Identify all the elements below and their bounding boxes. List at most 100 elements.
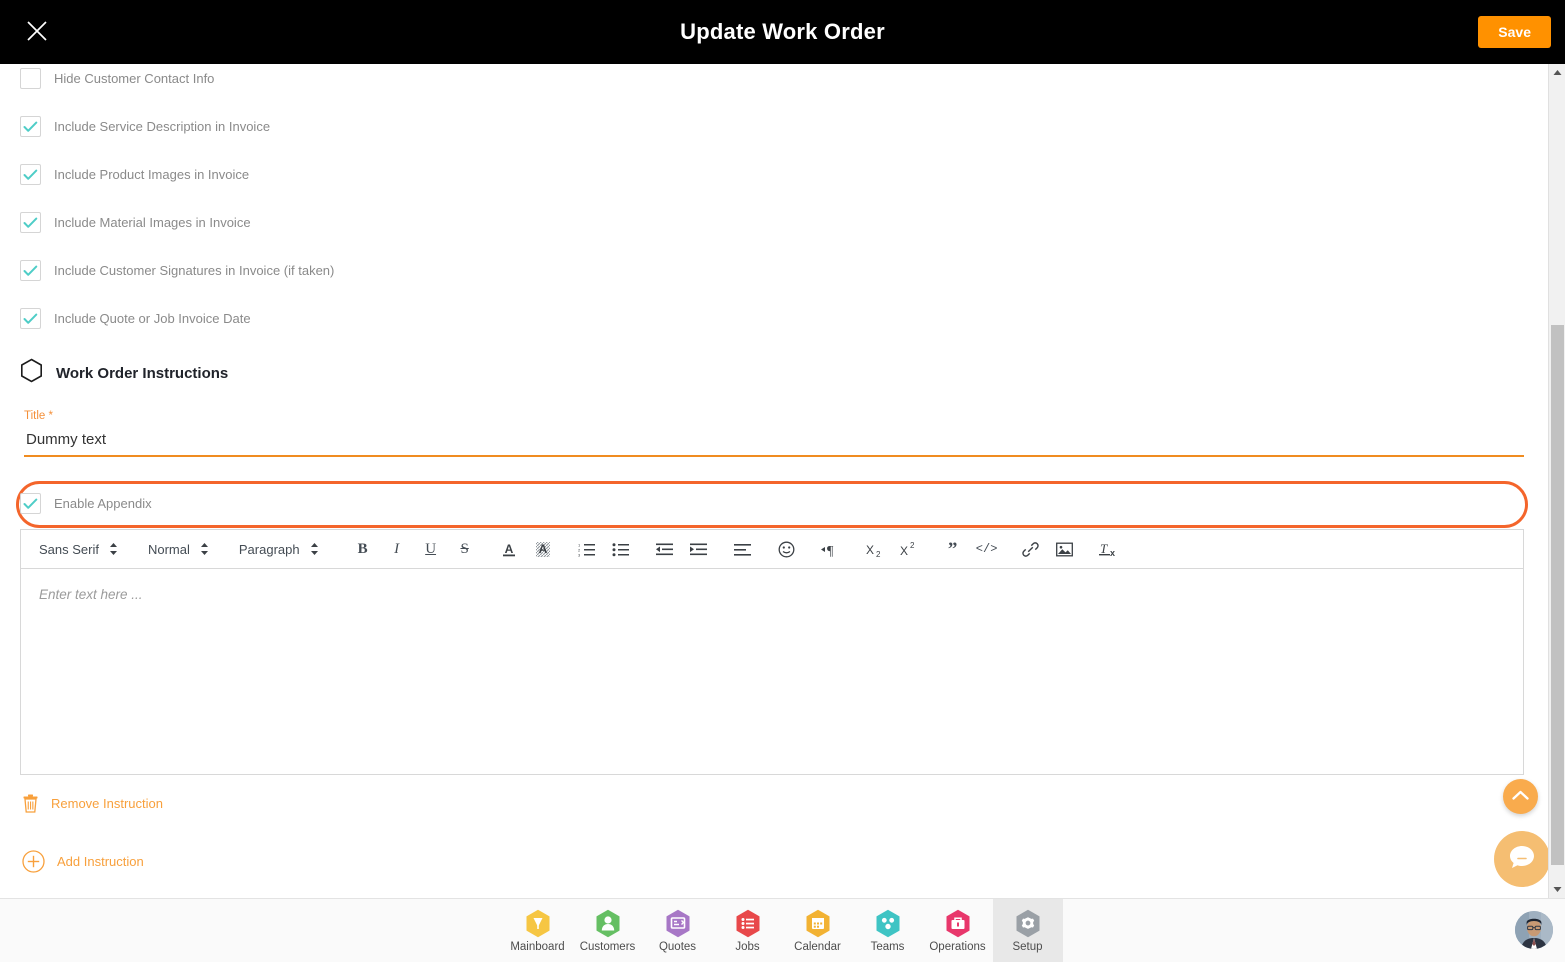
checkbox-label: Include Customer Signatures in Invoice (… [54, 263, 335, 278]
section-header-work-order-instructions: Work Order Instructions [20, 358, 228, 388]
scroll-up-arrow-icon[interactable] [1549, 64, 1565, 81]
chevron-up-icon [1512, 788, 1529, 806]
chat-widget-button[interactable] [1494, 831, 1550, 887]
blockquote-icon[interactable]: ” [939, 535, 967, 563]
svg-text:3: 3 [578, 552, 581, 557]
user-avatar[interactable] [1515, 911, 1553, 949]
checkbox-checked-icon[interactable] [20, 308, 41, 329]
jobs-icon [735, 909, 761, 938]
setup-icon [1015, 909, 1041, 938]
checkbox-checked-icon[interactable] [20, 493, 41, 514]
text-direction-icon[interactable]: ¶ [817, 535, 845, 563]
nav-item-setup[interactable]: Setup [992, 898, 1063, 962]
svg-text:¶: ¶ [827, 544, 834, 557]
emoji-icon[interactable] [773, 535, 801, 563]
checkbox-row-include-service-description[interactable]: Include Service Description in Invoice [20, 116, 270, 137]
superscript-icon[interactable]: X2 [895, 535, 923, 563]
teams-icon [875, 909, 901, 938]
font-family-select[interactable]: Sans Serif [39, 542, 118, 557]
plus-circle-icon [22, 850, 45, 873]
checkbox-checked-icon[interactable] [20, 260, 41, 281]
editor-toolbar: Sans Serif Normal Paragraph B I U S A A … [20, 529, 1524, 568]
bullet-list-icon[interactable] [607, 535, 635, 563]
add-instruction-label: Add Instruction [57, 854, 144, 869]
operations-icon [945, 909, 971, 938]
checkbox-label: Hide Customer Contact Info [54, 71, 215, 86]
checkbox-label: Include Product Images in Invoice [54, 167, 250, 182]
checkbox-label: Include Service Description in Invoice [54, 119, 271, 134]
image-icon[interactable] [1051, 535, 1079, 563]
underline-icon[interactable]: U [417, 535, 445, 563]
nav-item-teams[interactable]: Teams [853, 899, 923, 962]
chevron-updown-icon [109, 542, 118, 556]
nav-item-jobs[interactable]: Jobs [713, 899, 783, 962]
italic-icon[interactable]: I [383, 535, 411, 563]
customers-icon [595, 909, 621, 938]
checkbox-row-hide-customer-contact-info[interactable]: Hide Customer Contact Info [20, 68, 214, 89]
vertical-scrollbar[interactable] [1548, 64, 1565, 898]
outdent-icon[interactable] [651, 535, 679, 563]
trash-icon [22, 794, 39, 813]
subscript-icon[interactable]: X2 [861, 535, 889, 563]
checkbox-row-include-product-images[interactable]: Include Product Images in Invoice [20, 164, 249, 185]
block-format-select[interactable]: Paragraph [239, 542, 319, 557]
text-color-icon[interactable]: A [495, 535, 523, 563]
checkbox-label: Include Quote or Job Invoice Date [54, 311, 251, 326]
checkbox-row-include-quote-or-job-invoice-date[interactable]: Include Quote or Job Invoice Date [20, 308, 251, 329]
modal-header: Update Work Order Save [0, 0, 1565, 64]
remove-instruction-button[interactable]: Remove Instruction [22, 794, 163, 813]
editor-content-area[interactable]: Enter text here ... [20, 568, 1524, 775]
background-color-icon[interactable]: A [529, 535, 557, 563]
font-size-value: Normal [147, 541, 190, 557]
remove-instruction-label: Remove Instruction [51, 796, 163, 811]
chevron-updown-icon [310, 542, 319, 556]
nav-label: Customers [579, 940, 636, 953]
link-icon[interactable] [1017, 535, 1045, 563]
nav-item-customers[interactable]: Customers [573, 899, 643, 962]
bold-icon[interactable]: B [349, 535, 377, 563]
code-block-icon[interactable]: </> [973, 535, 1001, 563]
nav-items: Mainboard Customers Quotes Jobs Calendar… [503, 898, 1063, 962]
nav-item-calendar[interactable]: Calendar [783, 899, 853, 962]
add-instruction-button[interactable]: Add Instruction [22, 850, 144, 873]
ordered-list-icon[interactable]: 123 [573, 535, 601, 563]
nav-item-mainboard[interactable]: Mainboard [503, 899, 573, 962]
title-input[interactable] [24, 427, 1524, 457]
font-size-select[interactable]: Normal [148, 542, 209, 557]
nav-label: Calendar [794, 940, 841, 953]
title-field-highlight-annotation [16, 481, 1528, 528]
calendar-icon [805, 909, 831, 938]
checkbox-row-enable-appendix[interactable]: Enable Appendix [20, 493, 152, 514]
nav-label: Teams [870, 940, 905, 953]
form-scroll-area: Hide Customer Contact Info Include Servi… [0, 64, 1548, 898]
svg-text:X: X [900, 544, 908, 558]
indent-icon[interactable] [685, 535, 713, 563]
scroll-to-top-button[interactable] [1503, 779, 1538, 814]
strikethrough-icon[interactable]: S [451, 535, 479, 563]
nav-item-operations[interactable]: Operations [923, 899, 993, 962]
nav-item-quotes[interactable]: Quotes [643, 899, 713, 962]
nav-label: Mainboard [510, 940, 565, 953]
svg-text:2: 2 [876, 550, 881, 558]
svg-text:x: x [1110, 548, 1115, 558]
align-icon[interactable] [729, 535, 757, 563]
checkbox-row-include-material-images[interactable]: Include Material Images in Invoice [20, 212, 251, 233]
svg-text:T: T [1100, 541, 1108, 556]
checkbox-unchecked-icon[interactable] [20, 68, 41, 89]
checkbox-row-include-customer-signatures[interactable]: Include Customer Signatures in Invoice (… [20, 260, 334, 281]
chat-bubble-icon [1507, 842, 1537, 877]
save-button[interactable]: Save [1478, 16, 1551, 48]
editor-placeholder: Enter text here ... [39, 587, 143, 602]
clear-formatting-icon[interactable]: Tx [1095, 535, 1123, 563]
bottom-navigation: Mainboard Customers Quotes Jobs Calendar… [0, 898, 1565, 962]
scroll-down-arrow-icon[interactable] [1549, 881, 1565, 898]
app-root: Update Work Order Save Hide Customer Con… [0, 0, 1565, 962]
checkbox-checked-icon[interactable] [20, 164, 41, 185]
hexagon-outline-icon [20, 358, 43, 388]
nav-label: Setup [1012, 940, 1043, 953]
checkbox-label: Enable Appendix [54, 496, 152, 511]
svg-text:X: X [866, 543, 874, 557]
checkbox-checked-icon[interactable] [20, 116, 41, 137]
scrollbar-thumb[interactable] [1551, 325, 1564, 865]
checkbox-checked-icon[interactable] [20, 212, 41, 233]
